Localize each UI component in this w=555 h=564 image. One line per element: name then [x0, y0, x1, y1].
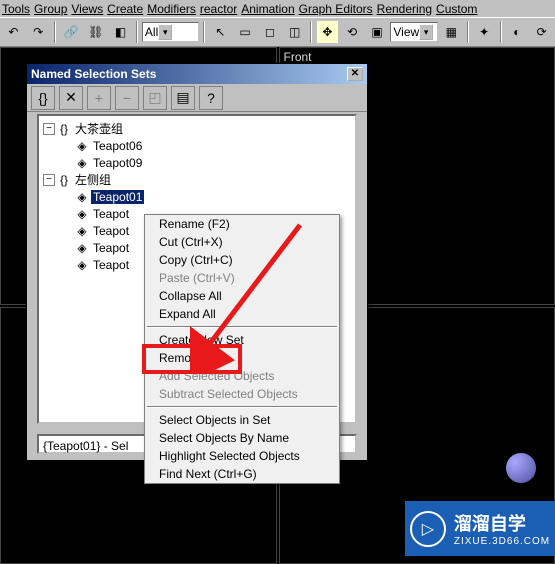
menu-tools[interactable]: Tools [2, 2, 30, 16]
menu-views[interactable]: Views [71, 2, 103, 16]
context-menu: Rename (F2) Cut (Ctrl+X) Copy (Ctrl+C) P… [144, 214, 340, 484]
select-objects-icon[interactable]: ◰ [143, 86, 167, 110]
add-object-icon[interactable]: + [87, 86, 111, 110]
menu-modifiers[interactable]: Modifiers [147, 2, 196, 16]
object-icon: ◈ [75, 241, 89, 255]
cm-expand-all[interactable]: Expand All [145, 305, 339, 323]
watermark: ▷ 溜溜自学 ZIXUE.3D66.COM [405, 501, 555, 556]
status-text: {Teapot01} - Sel [43, 439, 128, 453]
angle-snap-icon[interactable]: ⟳ [530, 20, 553, 44]
cm-add-selected: Add Selected Objects [145, 367, 339, 385]
pivot-icon[interactable]: ▦ [440, 20, 463, 44]
watermark-logo-icon: ▷ [410, 511, 446, 547]
redo-icon[interactable]: ↷ [27, 20, 50, 44]
dialog-titlebar[interactable]: Named Selection Sets ✕ [27, 64, 367, 84]
select-icon[interactable]: ↖ [209, 20, 232, 44]
chevron-down-icon: ▾ [419, 24, 433, 40]
cm-find-next[interactable]: Find Next (Ctrl+G) [145, 465, 339, 483]
menu-rendering[interactable]: Rendering [377, 2, 432, 16]
cm-paste: Paste (Ctrl+V) [145, 269, 339, 287]
dialog-toolbar: {} ✕ + − ◰ ▤ ? [27, 84, 367, 112]
object-icon: ◈ [75, 258, 89, 272]
chevron-down-icon: ▾ [158, 24, 172, 40]
item-label-selected[interactable]: Teapot01 [91, 190, 144, 204]
cm-highlight-selected[interactable]: Highlight Selected Objects [145, 447, 339, 465]
menu-reactor[interactable]: reactor [200, 2, 237, 16]
cm-copy[interactable]: Copy (Ctrl+C) [145, 251, 339, 269]
tree-item[interactable]: ◈ Teapot09 [43, 154, 351, 171]
item-label[interactable]: Teapot [91, 241, 131, 255]
link-icon[interactable]: 🔗 [60, 20, 83, 44]
rotate-icon[interactable]: ⟲ [341, 20, 364, 44]
select-manipulate-icon[interactable]: ✦ [473, 20, 496, 44]
cm-select-by-name[interactable]: Select Objects By Name [145, 429, 339, 447]
delete-set-icon[interactable]: ✕ [59, 86, 83, 110]
snap-toggle-icon[interactable]: ◐ [506, 20, 529, 44]
item-label[interactable]: Teapot [91, 258, 131, 272]
menu-customize[interactable]: Custom [436, 2, 477, 16]
item-label[interactable]: Teapot [91, 207, 131, 221]
menu-graph-editors[interactable]: Graph Editors [299, 2, 373, 16]
object-icon: ◈ [75, 224, 89, 238]
group-label[interactable]: 大茶壶组 [73, 120, 125, 137]
undo-icon[interactable]: ↶ [2, 20, 25, 44]
group-label[interactable]: 左侧组 [73, 171, 113, 188]
item-label[interactable]: Teapot06 [91, 139, 144, 153]
cm-collapse-all[interactable]: Collapse All [145, 287, 339, 305]
menu-group[interactable]: Group [34, 2, 67, 16]
cm-remove[interactable]: Remove [145, 349, 339, 367]
close-icon[interactable]: ✕ [347, 67, 363, 81]
menu-separator [147, 406, 337, 408]
tree-item[interactable]: ◈ Teapot01 [43, 188, 351, 205]
menu-animation[interactable]: Animation [241, 2, 294, 16]
cm-select-in-set[interactable]: Select Objects in Set [145, 411, 339, 429]
collapse-icon[interactable]: − [43, 174, 55, 186]
tree-group[interactable]: − {} 大茶壶组 [43, 120, 351, 137]
menu-create[interactable]: Create [107, 2, 143, 16]
tree-group[interactable]: − {} 左侧组 [43, 171, 351, 188]
main-menubar: Tools Group Views Create Modifiers react… [0, 0, 555, 17]
item-label[interactable]: Teapot09 [91, 156, 144, 170]
watermark-cn: 溜溜自学 [454, 510, 550, 536]
object-icon: ◈ [75, 207, 89, 221]
viewport-label: Front [284, 50, 312, 64]
window-crossing-icon[interactable]: ◫ [283, 20, 306, 44]
watermark-en: ZIXUE.3D66.COM [454, 536, 550, 547]
move-icon[interactable]: ✥ [316, 20, 339, 44]
tree-item[interactable]: ◈ Teapot06 [43, 137, 351, 154]
create-set-icon[interactable]: {} [31, 86, 55, 110]
filter-label: All [145, 25, 158, 39]
bind-icon[interactable]: ◧ [109, 20, 132, 44]
cm-create-new-set[interactable]: Create New Set [145, 331, 339, 349]
select-by-name-icon[interactable]: ▤ [171, 86, 195, 110]
selection-filter-dropdown[interactable]: All ▾ [142, 22, 199, 42]
cm-cut[interactable]: Cut (Ctrl+X) [145, 233, 339, 251]
dialog-title: Named Selection Sets [31, 67, 156, 81]
ref-coord-dropdown[interactable]: View ▾ [390, 22, 438, 42]
scale-icon[interactable]: ▣ [366, 20, 389, 44]
cm-subtract-selected: Subtract Selected Objects [145, 385, 339, 403]
item-label[interactable]: Teapot [91, 224, 131, 238]
braces-icon: {} [57, 122, 71, 136]
menu-separator [147, 326, 337, 328]
braces-icon: {} [57, 173, 71, 187]
help-icon[interactable]: ? [199, 86, 223, 110]
subtract-object-icon[interactable]: − [115, 86, 139, 110]
select-by-name-icon[interactable]: ▭ [234, 20, 257, 44]
main-toolbar: ↶ ↷ 🔗 ⛓ ◧ All ▾ ↖ ▭ ◻ ◫ ✥ ⟲ ▣ View ▾ ▦ ✦… [0, 17, 555, 47]
coord-label: View [393, 25, 419, 39]
collapse-icon[interactable]: − [43, 123, 55, 135]
perspective-gizmo-icon [496, 443, 546, 493]
object-icon: ◈ [75, 139, 89, 153]
unlink-icon[interactable]: ⛓ [84, 20, 107, 44]
select-region-icon[interactable]: ◻ [258, 20, 281, 44]
object-icon: ◈ [75, 156, 89, 170]
object-icon: ◈ [75, 190, 89, 204]
cm-rename[interactable]: Rename (F2) [145, 215, 339, 233]
